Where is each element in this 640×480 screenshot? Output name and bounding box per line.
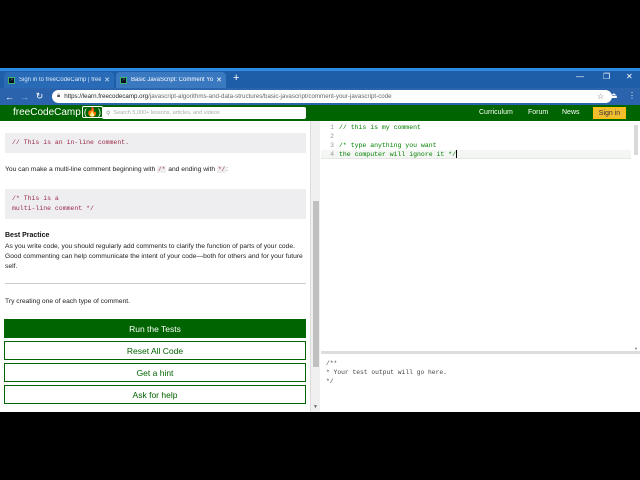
tab-lesson[interactable]: > Basic JavaScript: Comment Your ✕	[116, 72, 226, 88]
run-tests-button[interactable]: Run the Tests	[4, 319, 306, 338]
new-tab-button[interactable]: +	[233, 73, 239, 84]
nav-link-news[interactable]: News	[562, 109, 580, 116]
scroll-thumb[interactable]	[313, 201, 319, 367]
window-close-icon[interactable]: ✕	[626, 72, 633, 81]
test-output-panel: /** * Your test output will go here. */	[321, 354, 640, 412]
browser-window: > Sign in to freeCodeCamp | freeC ✕ > Ba…	[0, 68, 640, 412]
editor-line: 2	[330, 133, 334, 140]
multiline-intro: You can make a multi-line comment beginn…	[5, 166, 229, 173]
reload-icon[interactable]: ↻	[32, 91, 47, 102]
fcc-navbar: freeCodeCamp (🔥) ⚲ Search 5,000+ lessons,…	[0, 105, 640, 121]
forward-icon[interactable]: →	[17, 92, 32, 102]
get-hint-button[interactable]: Get a hint	[4, 363, 306, 382]
best-practice-heading: Best Practice	[5, 232, 50, 239]
divider	[5, 283, 306, 284]
multiline-comment-example: /* This is a multi-line comment */	[5, 189, 306, 219]
back-icon[interactable]: ←	[2, 92, 17, 102]
ask-help-button[interactable]: Ask for help	[4, 385, 306, 404]
close-icon[interactable]: ✕	[104, 76, 110, 84]
fcc-logo[interactable]: freeCodeCamp (🔥)	[13, 106, 104, 118]
menu-dots-icon[interactable]: ⋮	[628, 91, 636, 100]
bookmark-star-icon[interactable]: ☆	[597, 92, 604, 101]
editor-line: 1// this is my comment	[330, 124, 421, 131]
signin-button[interactable]: Sign in	[593, 107, 626, 119]
profile-icon[interactable]: ⏏	[610, 91, 618, 100]
lock-icon: 🔒︎	[57, 93, 61, 99]
best-practice-text: As you write code, you should regularly …	[5, 243, 303, 270]
address-bar: ← → ↻ 🔒︎ https://learn.freecodecamp.org /…	[0, 88, 640, 105]
inline-comment-example: // This is an in-line comment.	[5, 133, 306, 153]
minimize-icon[interactable]: —	[576, 72, 584, 81]
fcc-favicon-icon: >	[120, 76, 127, 84]
reset-code-button[interactable]: Reset All Code	[4, 341, 306, 360]
url-host: https://learn.freecodecamp.org	[64, 93, 149, 100]
editor-line: 3/* type anything you want	[330, 142, 437, 149]
logo-text: freeCodeCamp	[13, 107, 81, 118]
editor-scrollbar[interactable]	[634, 125, 638, 155]
maximize-icon[interactable]: ❐	[603, 72, 610, 81]
search-placeholder: Search 5,000+ lessons, articles, and vid…	[113, 110, 220, 116]
flame-icon: (🔥)	[81, 106, 104, 118]
nav-link-forum[interactable]: Forum	[528, 109, 548, 116]
nav-link-curriculum[interactable]: Curriculum	[479, 109, 513, 116]
search-icon: ⚲	[106, 110, 111, 117]
editor-line-active: 4 the computer will ignore it */	[321, 150, 631, 159]
code-editor[interactable]: 1// this is my comment 2 3/* type anythi…	[321, 121, 640, 351]
close-icon[interactable]: ✕	[216, 76, 222, 84]
scroll-down-icon[interactable]: ▼	[313, 404, 318, 410]
search-input[interactable]: ⚲ Search 5,000+ lessons, articles, and v…	[102, 107, 306, 119]
fcc-favicon-icon: >	[8, 76, 15, 84]
tab-strip: > Sign in to freeCodeCamp | freeC ✕ > Ba…	[0, 68, 640, 88]
tab-title: Basic JavaScript: Comment Your	[131, 77, 214, 83]
url-path: /javascript-algorithms-and-data-structur…	[148, 93, 392, 100]
url-input[interactable]: 🔒︎ https://learn.freecodecamp.org/javasc…	[52, 90, 612, 103]
lesson-scrollbar[interactable]: ▼	[310, 121, 320, 412]
lesson-pane: // This is an in-line comment. You can m…	[0, 121, 310, 412]
tab-title: Sign in to freeCodeCamp | freeC	[19, 77, 102, 83]
tab-signin[interactable]: > Sign in to freeCodeCamp | freeC ✕	[4, 72, 114, 88]
text-cursor	[456, 150, 458, 159]
instruction-text: Try creating one of each type of comment…	[5, 298, 131, 305]
